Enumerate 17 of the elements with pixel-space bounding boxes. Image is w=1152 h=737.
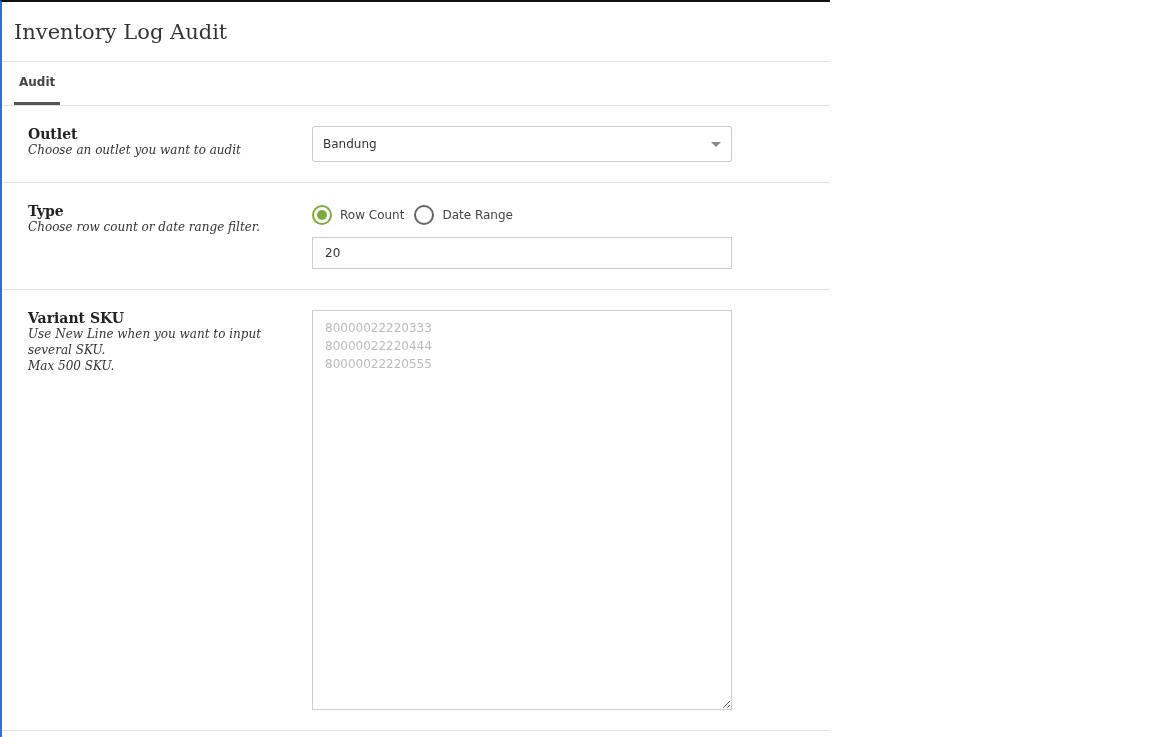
field-description: Max 500 SKU. — [28, 358, 116, 374]
radio-button[interactable] — [414, 205, 435, 225]
field-label: Outlet — [28, 126, 79, 142]
tab[interactable]: Audit — [14, 62, 61, 105]
row-count-field[interactable]: 20 — [312, 237, 732, 269]
page-title: Inventory Log Audit — [14, 19, 228, 44]
radio-label[interactable]: Date Range — [442, 208, 513, 222]
sku-textarea[interactable]: 80000022220333 80000022220444 80000022220555 — [312, 310, 732, 710]
field-description: Choose row count or date range filter. — [28, 219, 262, 235]
field-description: Choose an outlet you want to audit — [28, 142, 242, 158]
outlet-dropdown[interactable]: Bandung — [312, 126, 732, 162]
caret-icon — [711, 141, 721, 147]
radio-button[interactable] — [312, 205, 332, 225]
field-description: Use New Line when you want to input several SKU. — [28, 326, 262, 358]
field-label: Variant SKU — [28, 310, 125, 326]
field-label: Type — [28, 203, 65, 219]
radio-label[interactable]: Row Count — [340, 208, 405, 222]
